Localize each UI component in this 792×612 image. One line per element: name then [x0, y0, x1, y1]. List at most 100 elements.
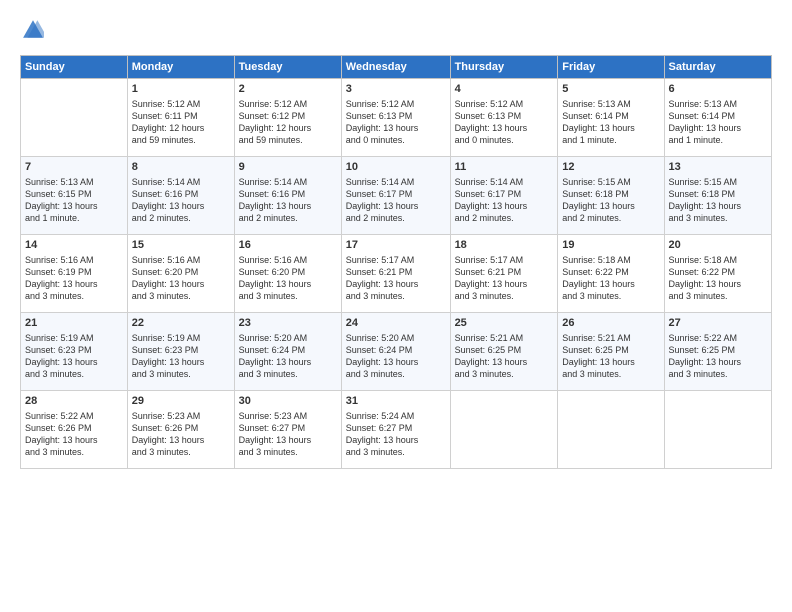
day-info-line: Daylight: 13 hours — [346, 278, 446, 290]
col-header-wednesday: Wednesday — [341, 56, 450, 79]
day-info-line: and 2 minutes. — [132, 212, 230, 224]
day-info-line: Sunrise: 5:12 AM — [455, 98, 554, 110]
day-info-line: and 3 minutes. — [25, 446, 123, 458]
day-number: 24 — [346, 316, 446, 331]
calendar-cell: 14Sunrise: 5:16 AMSunset: 6:19 PMDayligh… — [21, 235, 128, 313]
day-number: 15 — [132, 238, 230, 253]
day-info-line: Sunrise: 5:22 AM — [25, 410, 123, 422]
day-info-line: Daylight: 13 hours — [25, 200, 123, 212]
day-number: 19 — [562, 238, 659, 253]
col-header-saturday: Saturday — [664, 56, 771, 79]
day-info-line: Daylight: 13 hours — [25, 278, 123, 290]
day-info-line: and 3 minutes. — [25, 368, 123, 380]
day-info-line: Sunrise: 5:14 AM — [455, 176, 554, 188]
day-info-line: Daylight: 13 hours — [346, 122, 446, 134]
day-info-line: Daylight: 13 hours — [562, 200, 659, 212]
day-info-line: and 1 minute. — [25, 212, 123, 224]
day-info-line: Sunset: 6:25 PM — [455, 344, 554, 356]
week-row-1: 1Sunrise: 5:12 AMSunset: 6:11 PMDaylight… — [21, 79, 772, 157]
day-info-line: Sunset: 6:14 PM — [562, 110, 659, 122]
day-info-line: Sunrise: 5:21 AM — [562, 332, 659, 344]
day-info-line: Sunset: 6:26 PM — [132, 422, 230, 434]
day-info-line: and 59 minutes. — [132, 134, 230, 146]
day-number: 14 — [25, 238, 123, 253]
col-header-friday: Friday — [558, 56, 664, 79]
day-info-line: and 3 minutes. — [455, 290, 554, 302]
day-info-line: Sunset: 6:18 PM — [562, 188, 659, 200]
day-info-line: Sunset: 6:27 PM — [239, 422, 337, 434]
calendar-cell — [558, 391, 664, 469]
day-number: 26 — [562, 316, 659, 331]
day-info-line: Sunset: 6:27 PM — [346, 422, 446, 434]
day-info-line: and 3 minutes. — [346, 368, 446, 380]
day-number: 4 — [455, 82, 554, 97]
calendar-cell: 18Sunrise: 5:17 AMSunset: 6:21 PMDayligh… — [450, 235, 558, 313]
day-info-line: Daylight: 13 hours — [669, 122, 767, 134]
day-info-line: Sunrise: 5:17 AM — [346, 254, 446, 266]
day-number: 16 — [239, 238, 337, 253]
day-info-line: Sunset: 6:21 PM — [346, 266, 446, 278]
day-info-line: Daylight: 13 hours — [132, 434, 230, 446]
calendar-cell: 29Sunrise: 5:23 AMSunset: 6:26 PMDayligh… — [127, 391, 234, 469]
day-number: 18 — [455, 238, 554, 253]
calendar-cell: 1Sunrise: 5:12 AMSunset: 6:11 PMDaylight… — [127, 79, 234, 157]
day-info-line: and 59 minutes. — [239, 134, 337, 146]
day-info-line: Sunrise: 5:24 AM — [346, 410, 446, 422]
day-info-line: Sunrise: 5:16 AM — [25, 254, 123, 266]
day-info-line: Daylight: 13 hours — [455, 122, 554, 134]
day-info-line: Daylight: 13 hours — [239, 356, 337, 368]
day-number: 12 — [562, 160, 659, 175]
day-info-line: and 3 minutes. — [562, 290, 659, 302]
calendar-cell — [450, 391, 558, 469]
day-info-line: Sunrise: 5:13 AM — [669, 98, 767, 110]
day-number: 7 — [25, 160, 123, 175]
day-info-line: and 3 minutes. — [239, 446, 337, 458]
logo-icon — [22, 18, 44, 40]
day-info-line: Sunset: 6:23 PM — [25, 344, 123, 356]
day-number: 31 — [346, 394, 446, 409]
day-info-line: Daylight: 13 hours — [455, 356, 554, 368]
day-info-line: Daylight: 13 hours — [669, 278, 767, 290]
day-info-line: Sunrise: 5:14 AM — [346, 176, 446, 188]
calendar-body: 1Sunrise: 5:12 AMSunset: 6:11 PMDaylight… — [21, 79, 772, 469]
calendar-cell: 9Sunrise: 5:14 AMSunset: 6:16 PMDaylight… — [234, 157, 341, 235]
calendar-cell: 25Sunrise: 5:21 AMSunset: 6:25 PMDayligh… — [450, 313, 558, 391]
day-number: 10 — [346, 160, 446, 175]
calendar-cell: 6Sunrise: 5:13 AMSunset: 6:14 PMDaylight… — [664, 79, 771, 157]
day-info-line: Daylight: 13 hours — [239, 434, 337, 446]
calendar-cell: 15Sunrise: 5:16 AMSunset: 6:20 PMDayligh… — [127, 235, 234, 313]
calendar-cell: 21Sunrise: 5:19 AMSunset: 6:23 PMDayligh… — [21, 313, 128, 391]
day-info-line: Sunset: 6:25 PM — [669, 344, 767, 356]
logo — [20, 18, 44, 45]
day-info-line: Sunrise: 5:12 AM — [346, 98, 446, 110]
day-info-line: Sunrise: 5:18 AM — [562, 254, 659, 266]
day-number: 1 — [132, 82, 230, 97]
col-header-sunday: Sunday — [21, 56, 128, 79]
day-number: 11 — [455, 160, 554, 175]
day-info-line: Sunset: 6:18 PM — [669, 188, 767, 200]
day-info-line: and 3 minutes. — [132, 446, 230, 458]
day-info-line: and 1 minute. — [562, 134, 659, 146]
day-info-line: Sunrise: 5:12 AM — [239, 98, 337, 110]
day-info-line: Sunset: 6:14 PM — [669, 110, 767, 122]
header — [20, 18, 772, 45]
day-info-line: Daylight: 13 hours — [669, 356, 767, 368]
day-info-line: and 3 minutes. — [25, 290, 123, 302]
calendar-cell: 5Sunrise: 5:13 AMSunset: 6:14 PMDaylight… — [558, 79, 664, 157]
day-number: 5 — [562, 82, 659, 97]
calendar-cell: 26Sunrise: 5:21 AMSunset: 6:25 PMDayligh… — [558, 313, 664, 391]
calendar-cell: 10Sunrise: 5:14 AMSunset: 6:17 PMDayligh… — [341, 157, 450, 235]
calendar-cell — [21, 79, 128, 157]
day-info-line: and 3 minutes. — [239, 290, 337, 302]
calendar-cell: 8Sunrise: 5:14 AMSunset: 6:16 PMDaylight… — [127, 157, 234, 235]
day-info-line: Sunset: 6:17 PM — [455, 188, 554, 200]
calendar-cell — [664, 391, 771, 469]
day-info-line: Sunset: 6:17 PM — [346, 188, 446, 200]
calendar-cell: 24Sunrise: 5:20 AMSunset: 6:24 PMDayligh… — [341, 313, 450, 391]
day-info-line: and 3 minutes. — [132, 368, 230, 380]
day-info-line: Daylight: 13 hours — [25, 356, 123, 368]
day-info-line: and 3 minutes. — [669, 290, 767, 302]
day-info-line: Sunset: 6:19 PM — [25, 266, 123, 278]
calendar-cell: 30Sunrise: 5:23 AMSunset: 6:27 PMDayligh… — [234, 391, 341, 469]
calendar-header-row: SundayMondayTuesdayWednesdayThursdayFrid… — [21, 56, 772, 79]
